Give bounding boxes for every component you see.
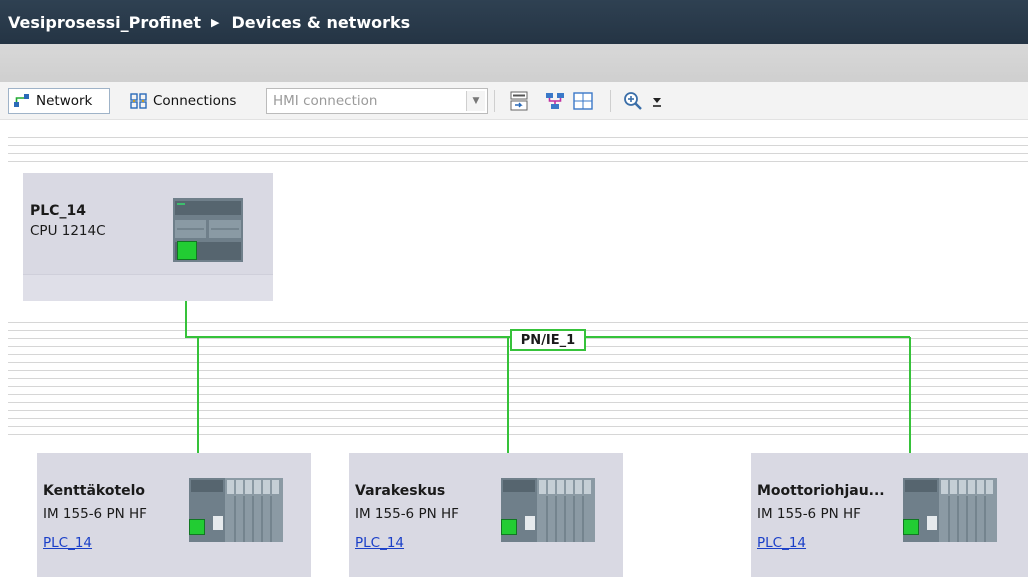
device-type: CPU 1214C [30,223,106,239]
device-moottoriohjaus[interactable]: Moottoriohjau... IM 155-6 PN HF PLC_14 [751,453,1028,577]
device-footer-strip [23,274,273,301]
device-type: IM 155-6 PN HF [43,506,147,522]
subnet-label[interactable]: PN/IE_1 [510,329,586,351]
device-kenttakotelo[interactable]: Kenttäkotelo IM 155-6 PN HF PLC_14 [37,453,311,577]
device-name: Moottoriohjau... [757,483,885,499]
device-type: IM 155-6 PN HF [757,506,861,522]
io-controller-link[interactable]: PLC_14 [43,535,92,551]
device-profinet-port[interactable] [189,519,205,535]
device-plc[interactable]: PLC_14 CPU 1214C [23,173,273,301]
io-controller-link[interactable]: PLC_14 [355,535,404,551]
device-name: PLC_14 [30,203,86,219]
device-varakeskus[interactable]: Varakeskus IM 155-6 PN HF PLC_14 [349,453,623,577]
device-type: IM 155-6 PN HF [355,506,459,522]
device-name: Kenttäkotelo [43,483,146,499]
io-station-module-icon [189,478,283,546]
io-station-module-icon [903,478,997,546]
device-profinet-port[interactable] [501,519,517,535]
plc-profinet-port[interactable] [177,241,197,260]
device-name: Varakeskus [355,483,446,499]
device-profinet-port[interactable] [903,519,919,535]
io-controller-link[interactable]: PLC_14 [757,535,806,551]
io-station-module-icon [501,478,595,546]
